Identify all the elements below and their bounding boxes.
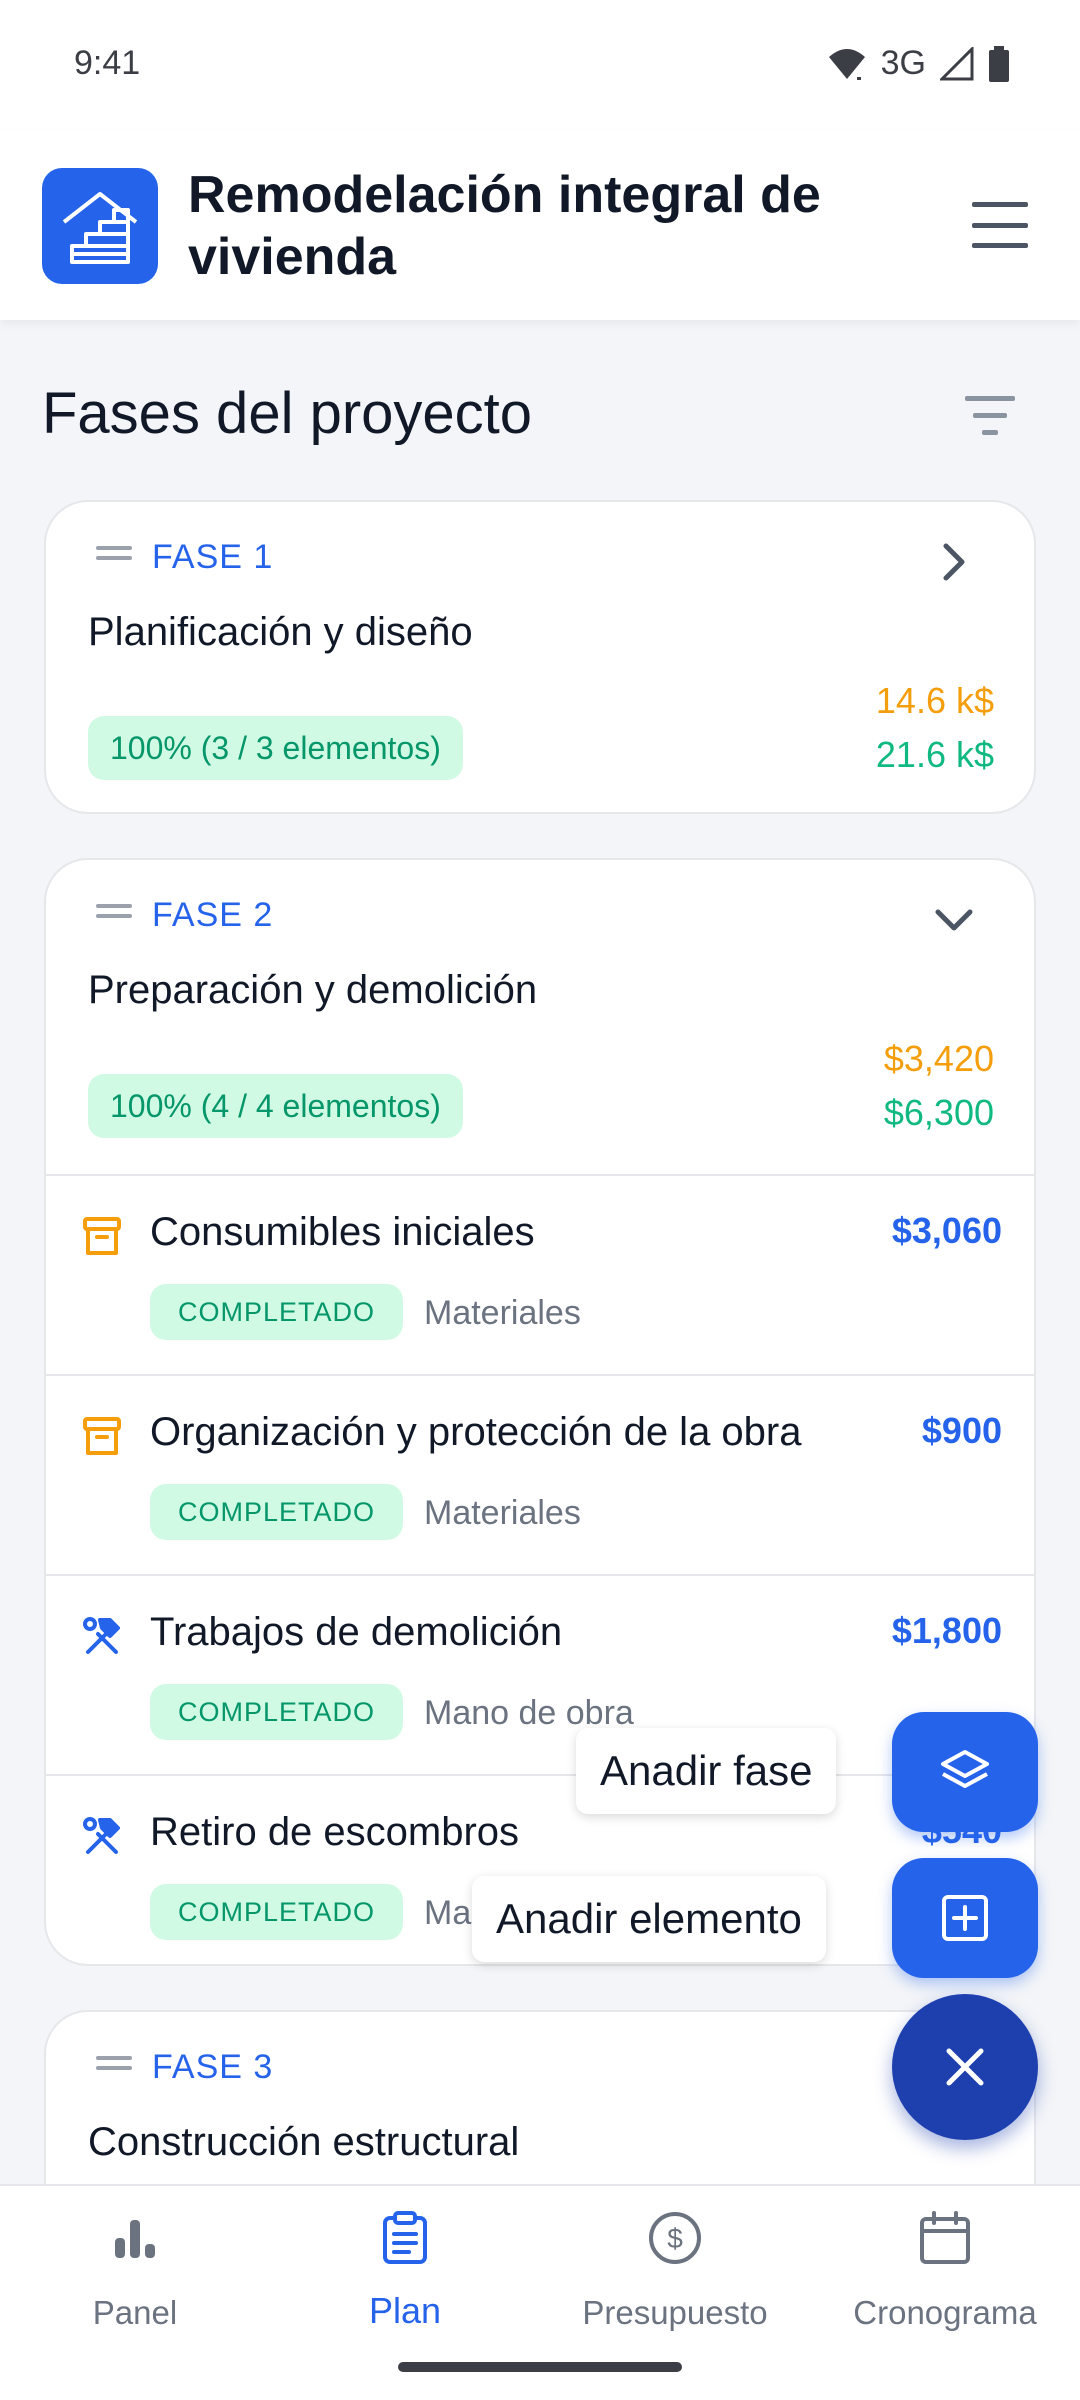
layers-icon bbox=[941, 1750, 989, 1788]
item-name: Retiro de escombros bbox=[150, 1810, 520, 1854]
estimated-cost: $3,420 bbox=[883, 1038, 994, 1079]
nav-label: Panel bbox=[92, 2294, 178, 2331]
nav-label: Presupuesto bbox=[582, 2294, 768, 2331]
close-fab-button[interactable] bbox=[892, 1994, 1038, 2140]
phase-label: FASE 2 bbox=[152, 896, 274, 934]
chevron-down-icon[interactable] bbox=[934, 900, 974, 940]
item-price: $3,060 bbox=[891, 1210, 1002, 1251]
dollar-circle-icon: $ bbox=[645, 2208, 705, 2268]
chevron-right-icon[interactable] bbox=[934, 542, 974, 582]
list-item[interactable]: Organización y protección de la obra $90… bbox=[46, 1374, 1034, 1574]
svg-text:$: $ bbox=[667, 2223, 683, 2254]
drag-handle-icon[interactable] bbox=[96, 546, 132, 560]
menu-line bbox=[972, 202, 1028, 207]
signal-icon bbox=[940, 46, 974, 80]
drag-handle-icon[interactable] bbox=[96, 904, 132, 918]
menu-line bbox=[972, 222, 1028, 228]
item-name: Consumibles iniciales bbox=[150, 1210, 535, 1254]
drag-handle-icon[interactable] bbox=[96, 2056, 132, 2070]
item-name: Organización y protección de la obra bbox=[150, 1410, 802, 1454]
filter-line bbox=[973, 413, 1007, 418]
add-phase-button[interactable] bbox=[892, 1712, 1038, 1832]
battery-icon bbox=[989, 45, 1009, 82]
status-badge: COMPLETADO bbox=[150, 1684, 404, 1740]
handle-line bbox=[96, 2066, 132, 2070]
menu-line bbox=[972, 243, 1028, 248]
phase-card-2[interactable]: FASE 2 Preparación y demolición $3,420 $… bbox=[44, 858, 1036, 1966]
hammer-wrench-icon bbox=[83, 1817, 120, 1854]
phase-header[interactable]: FASE 2 Preparación y demolición $3,420 $… bbox=[46, 860, 1034, 1174]
item-price: $900 bbox=[921, 1410, 1002, 1451]
hammer-wrench-icon bbox=[83, 1617, 120, 1654]
phase-label: FASE 1 bbox=[152, 538, 274, 576]
app-bar: Remodelación integral de vivienda bbox=[0, 130, 1080, 320]
plus-square-icon bbox=[942, 1895, 988, 1941]
estimated-cost: 14.6 k$ bbox=[875, 680, 994, 721]
calendar-icon bbox=[915, 2208, 975, 2268]
list-item[interactable]: Trabajos de demolición $1,800 COMPLETADO… bbox=[46, 1574, 1034, 1774]
network-type: 3G bbox=[880, 44, 926, 82]
nav-item-plan[interactable]: Plan bbox=[270, 2186, 540, 2376]
filter-button[interactable] bbox=[964, 396, 1016, 436]
close-icon bbox=[946, 2048, 984, 2086]
handle-line bbox=[96, 546, 132, 550]
progress-badge: 100% (3 / 3 elementos) bbox=[88, 716, 463, 780]
phase-header[interactable]: FASE 1 Planificación y diseño 14.6 k$ 21… bbox=[46, 502, 1034, 780]
phase-name: Planificación y diseño bbox=[88, 610, 473, 654]
handle-line bbox=[96, 914, 132, 918]
app-title: Remodelación integral de vivienda bbox=[188, 166, 821, 286]
phase-name: Preparación y demolición bbox=[88, 968, 538, 1012]
section-title: Fases del proyecto bbox=[42, 381, 533, 446]
progress-badge: 100% (4 / 4 elementos) bbox=[88, 1074, 463, 1138]
handle-line bbox=[96, 556, 132, 560]
item-category: Materiales bbox=[424, 1294, 581, 1332]
nav-item-cronograma[interactable]: Cronograma bbox=[810, 2186, 1080, 2376]
list-item[interactable]: Consumibles iniciales $3,060 COMPLETADO … bbox=[46, 1174, 1034, 1374]
nav-item-presupuesto[interactable]: $ Presupuesto bbox=[540, 2186, 810, 2376]
clipboard-list-icon bbox=[375, 2208, 435, 2268]
item-name: Trabajos de demolición bbox=[150, 1610, 563, 1654]
actual-cost: 21.6 k$ bbox=[875, 734, 994, 775]
handle-line bbox=[96, 904, 132, 908]
nav-label: Cronograma bbox=[853, 2294, 1037, 2331]
home-indicator[interactable] bbox=[398, 2362, 682, 2372]
wifi-icon bbox=[828, 48, 865, 80]
add-item-tooltip[interactable]: Anadir elemento bbox=[472, 1876, 826, 1962]
phase-label: FASE 3 bbox=[152, 2048, 274, 2086]
status-badge: COMPLETADO bbox=[150, 1884, 404, 1940]
status-bar: 9:41 3G bbox=[0, 0, 1080, 130]
house-stairs-icon bbox=[62, 192, 138, 264]
filter-line bbox=[982, 430, 998, 435]
nav-item-panel[interactable]: Panel bbox=[0, 2186, 270, 2376]
archive-box-icon bbox=[83, 1417, 121, 1455]
filter-line bbox=[965, 396, 1015, 401]
handle-line bbox=[96, 2056, 132, 2060]
actual-cost: $6,300 bbox=[883, 1092, 994, 1133]
archive-box-icon bbox=[83, 1217, 121, 1255]
hamburger-menu-button[interactable] bbox=[972, 202, 1028, 248]
status-badge: COMPLETADO bbox=[150, 1284, 404, 1340]
add-phase-tooltip[interactable]: Anadir fase bbox=[576, 1728, 837, 1814]
bar-chart-icon bbox=[105, 2208, 165, 2268]
status-badge: COMPLETADO bbox=[150, 1484, 404, 1540]
phase-card-1[interactable]: FASE 1 Planificación y diseño 14.6 k$ 21… bbox=[44, 500, 1036, 814]
nav-label: Plan bbox=[368, 2290, 442, 2331]
phase-name: Construcción estructural bbox=[88, 2120, 520, 2164]
status-icons: 3G bbox=[827, 44, 1010, 83]
item-price: $1,800 bbox=[891, 1610, 1002, 1651]
item-category: Materiales bbox=[424, 1494, 581, 1532]
status-time: 9:41 bbox=[74, 44, 141, 82]
add-item-button[interactable] bbox=[892, 1858, 1038, 1978]
app-logo bbox=[42, 168, 158, 284]
